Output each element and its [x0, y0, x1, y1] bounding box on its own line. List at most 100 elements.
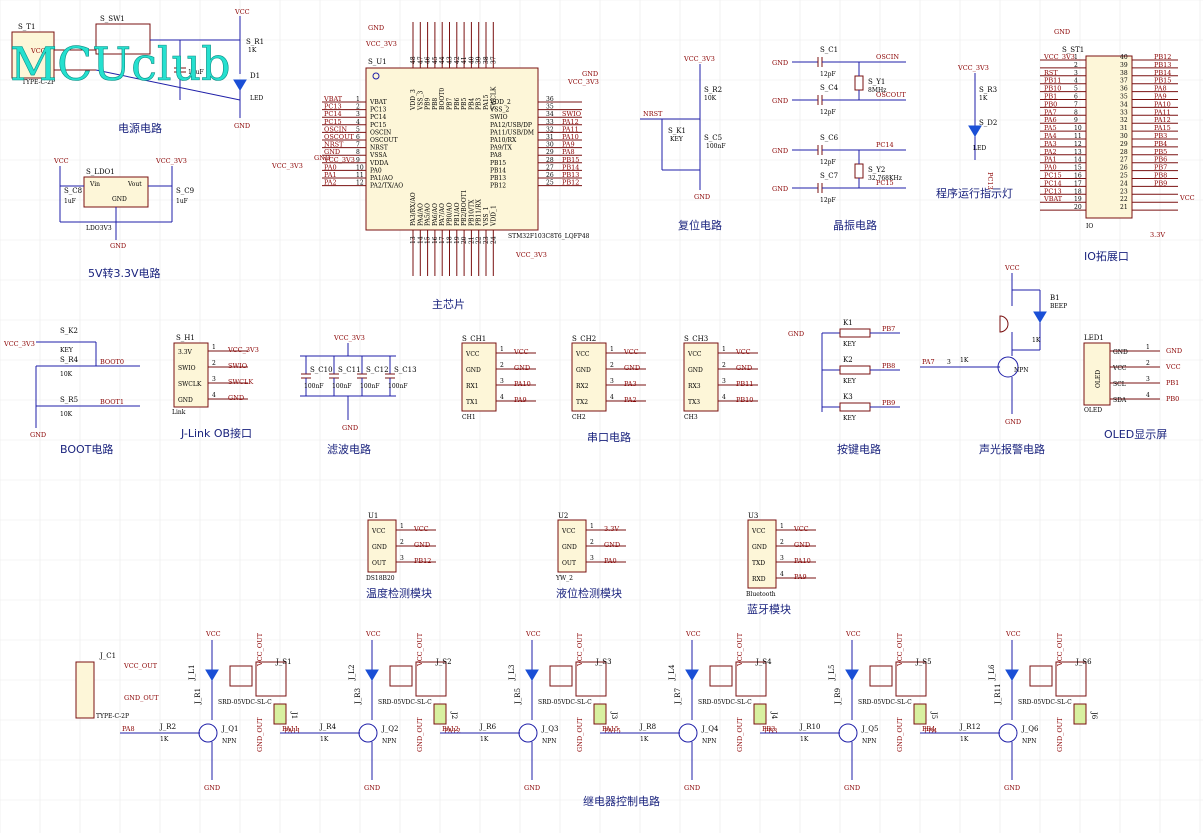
io-left-pin-number: 13 [1074, 149, 1082, 156]
temp-module-pin-name: GND [372, 544, 387, 551]
mcu-bottom-pin-name: PA6/AO [432, 203, 439, 226]
jlink-pin-number: 1 [212, 344, 216, 351]
uart-module-pin-name: GND [688, 367, 703, 374]
io-left-pin-number: 17 [1074, 180, 1082, 187]
crystal-y1-value: 8MHz [868, 87, 886, 94]
oled-pin-name: SDA [1113, 397, 1127, 404]
relay-input-resistor-value: 1K [800, 736, 809, 743]
crystal-gnd-label: GND [772, 185, 788, 193]
mcu-left-pin-net: PA2 [324, 179, 337, 187]
oled-pin-net: PB1 [1166, 379, 1179, 387]
relay-part-label: SRD-05VDC-SL-C [858, 699, 912, 706]
uart-module-name: CH2 [572, 414, 586, 421]
io-left-pin-number: 19 [1074, 196, 1082, 203]
key-net: PB9 [882, 399, 895, 407]
alarm-gnd-label: GND [1005, 418, 1021, 426]
mcu-top-pin-name: VDD_3 [410, 89, 417, 111]
crystal-y2-value: 32.768KHz [868, 175, 902, 182]
uart-module-pin-name: RX1 [466, 383, 479, 390]
uart-module-pin-net: PA2 [624, 396, 637, 404]
relay-led-ref: J_L3 [508, 665, 516, 681]
mcu-right-pin-number: 25 [546, 180, 554, 187]
relay-gnd-out-label: GND_OUT [1056, 717, 1064, 752]
oled-pin-name: GND [1113, 349, 1128, 356]
relay-input-resistor-ref: J_R2 [159, 723, 176, 731]
boot-circuit: VCC_3V3 S_K2 KEY S_R4 10K BOOT0 S_R5 10K… [3, 327, 140, 439]
io-label: IO [1086, 223, 1093, 230]
mcu-bottom-pin-number: 21 [468, 236, 475, 244]
filter-cap-ref: S_C11 [338, 366, 361, 374]
relay-input-net: PA12 [442, 725, 459, 733]
power-vcc-label: VCC [234, 8, 250, 16]
mcu-right-pin-number: 28 [546, 157, 554, 164]
relay-input-net: PA11 [282, 725, 299, 733]
uart-module-pin-name: GND [576, 367, 591, 374]
relay-npn-label: NPN [222, 738, 237, 745]
key-net: PB8 [882, 362, 895, 370]
relay-terminal-ref: J3 [610, 711, 618, 719]
io-gnd-label: GND [1054, 28, 1070, 36]
temp-module-pin-name: VCC [371, 528, 386, 535]
uart-module-pin-number: 1 [610, 346, 614, 353]
relay-terminal-block [593, 703, 607, 725]
io-right-net: PA11 [1154, 108, 1171, 116]
bt-module-pin-name: RXD [752, 576, 766, 583]
io-right-pin-number: 34 [1120, 101, 1128, 108]
jlink-pin-net: VCC_3V3 [227, 346, 259, 354]
relay-switch-icon [735, 661, 767, 697]
io-right-pin-number: 29 [1120, 141, 1128, 148]
mcu-left-pin-number: 5 [356, 126, 360, 133]
filter-cap-ref: S_C10 [310, 366, 333, 374]
reset-c5-value: 100nF [706, 143, 725, 150]
power-gnd-label: GND [234, 122, 250, 130]
mcu-left-pin-number: 3 [356, 111, 360, 118]
uart-module-name: CH1 [462, 414, 476, 421]
mcu-right-pin-number: 32 [546, 126, 554, 133]
relay-coil-icon [229, 665, 253, 687]
temp-module-pin-net: GND [414, 541, 430, 549]
power-t1-ref: S_T1 [18, 23, 35, 31]
reset-r2-value: 10K [704, 95, 717, 102]
io-right-net: PB5 [1154, 148, 1167, 156]
mcu-top-pin-name: PB5 [461, 98, 468, 110]
title-relay: 继电器控制电路 [583, 794, 660, 808]
mcu-right-pin-name: PB14 [490, 167, 506, 174]
mcu-left-pin-number: 11 [356, 172, 364, 179]
crystal-cap-ref: S_C4 [820, 84, 839, 92]
title-temp: 温度检测模块 [366, 586, 432, 600]
bt-module-pin-number: 2 [780, 539, 784, 546]
mcu-top-pin-number: 48 [410, 56, 417, 64]
bt-module-ref: U3 [748, 512, 758, 520]
uart-module-pin-name: VCC [465, 351, 480, 358]
ldo-c8-value: 1uF [64, 198, 76, 205]
keys-gnd-label: GND [788, 330, 804, 338]
relay-input-resistor-value: 1K [480, 736, 489, 743]
relay-led-icon [685, 669, 699, 681]
mcu-right-pin-name: PA10/RX [490, 137, 517, 144]
uart-module-pin-net: VCC [623, 348, 639, 356]
mcu-part: STM32F103C8T6_LQFP48 [508, 233, 590, 240]
runled-r3-ref: S_R3 [979, 86, 997, 94]
key-net: PB7 [882, 325, 895, 333]
alarm-net-label: PA7 [922, 358, 935, 366]
power-d1-ref: D1 [250, 72, 260, 80]
sensor-modules: U1 VCC 1 VCC GND 2 GND OUT 3 PB12 DS18B20 U2 VCC 1 3.3… [366, 512, 816, 598]
uart-module-ref: S_CH2 [572, 335, 596, 343]
mcuclub-watermark: MCUclub [10, 37, 231, 91]
relay-typec-connector [75, 661, 95, 719]
relay-rled-ref: J_R11 [994, 684, 1002, 705]
uart-module-pin-number: 3 [500, 378, 504, 385]
mcu-left-pin-name: VBAT [369, 99, 387, 106]
mcu-bottom-pin-name: PB10/TX [468, 199, 475, 226]
mcu-right-pin-name: PA9/TX [490, 145, 513, 152]
reset-nrst-label: NRST [643, 110, 663, 118]
jlink-pin-name: 3.3V [178, 349, 193, 356]
mcu-bottom-pin-number: 23 [483, 236, 490, 244]
title-oled: OLED显示屏 [1104, 428, 1167, 441]
io-right-pin-number: 26 [1120, 165, 1128, 172]
mcu-bottom-pin-name: VSS_1 [483, 207, 490, 227]
mcu-bottom-pin-name: PB11/RX [476, 198, 483, 226]
relay-rled-ref: J_R1 [194, 688, 202, 705]
alarm-pin-number: 3 [947, 359, 951, 366]
mcu-right-pin-number: 29 [546, 149, 554, 156]
